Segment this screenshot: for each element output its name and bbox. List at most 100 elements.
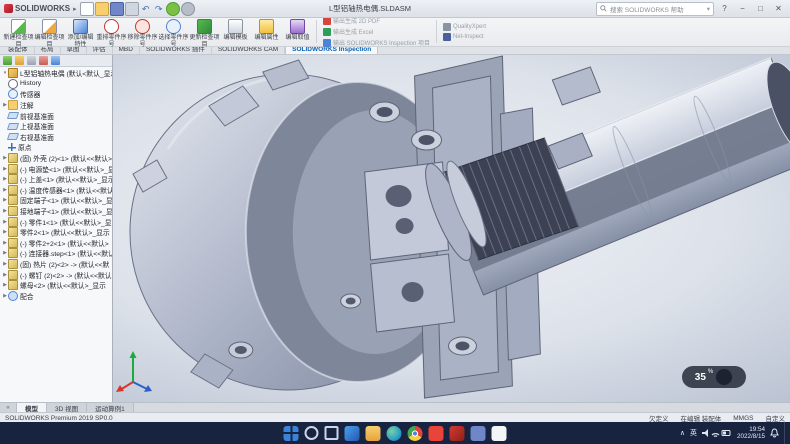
export-button-label: 输出生成 Excel [333,27,373,36]
ribbon-button[interactable]: 编辑取值 [282,18,313,45]
graphics-area[interactable]: 35 % [113,54,790,402]
assembly-icon [8,68,18,78]
tree-item[interactable]: ▶ (-) 零件1<1> (默认<<默认>_显示 [2,216,112,227]
tree-item[interactable]: ▶ (-) 零件2+2<1> (默认<<默认> [2,238,112,249]
service-button[interactable]: QualityXpert [443,23,486,31]
quick-access-icon[interactable] [181,2,195,16]
tree-item-icon [8,185,18,195]
tree-item[interactable]: ▶ (-) 上盖<1> (默认<<默认>_显示状 [2,174,112,185]
panel-tab-icon[interactable] [15,56,24,65]
export-button[interactable]: 输出 SOLIDWORKS Inspection 项目 [323,38,430,47]
panel-tab-icon[interactable] [51,56,60,65]
taskbar-icon[interactable] [284,426,299,441]
tree-item[interactable]: ▶ (固) 热片 (2)<2> -> (默认<<默 [2,259,112,270]
ribbon-button[interactable]: 选择零件序号 [158,18,189,45]
tray-status-icons[interactable] [702,428,732,438]
taskbar-icon[interactable] [305,426,319,440]
clock[interactable]: 19:54 2022/8/15 [737,426,765,440]
tree-item[interactable]: 右视基准面 [2,132,112,143]
ribbon-button[interactable]: 重排零件序号 [96,18,127,45]
panel-tab-icon[interactable] [3,56,12,65]
tree-item-icon [8,100,18,110]
tree-item[interactable]: 前视基准面 [2,110,112,121]
taskbar-icon[interactable] [408,426,423,441]
ribbon-button-label: 选择零件序号 [158,35,189,48]
panel-tab-icon[interactable] [39,56,48,65]
tree-root-item[interactable]: ▾ L型铝轴热电偶 (默认<默认_显示状态-1>) [2,68,112,79]
tree-item[interactable]: 上视基准面 [2,121,112,132]
tree-item[interactable]: ▶ (-) 螺钉 (2)<2> -> (默认<<默认> [2,269,112,280]
quick-access-icon[interactable] [140,3,152,15]
percent-sign: % [708,369,713,375]
menu-expand-arrow[interactable]: ▸ [73,5,77,13]
maximize-button[interactable]: □ [753,2,768,15]
tree-item-icon [8,259,18,269]
quick-access-icon[interactable] [110,2,124,16]
quick-access-icon[interactable] [166,2,180,16]
tree-item-label: 注解 [20,100,34,110]
service-button-icon [443,33,451,41]
minimize-button[interactable]: − [735,2,750,15]
search-caret-icon[interactable]: ▾ [707,5,710,13]
ribbon-button[interactable]: 编辑属性 [251,18,282,45]
quick-access-icon[interactable] [80,2,94,16]
ribbon-button[interactable]: 新建检查项目 [3,18,34,45]
tree-item[interactable]: ▶ (固) 外壳 (2)<1> (默认<<默认>_显示状 [2,153,112,164]
panel-tab-icon[interactable] [27,56,36,65]
tree-item-label: 配合 [20,291,34,301]
tree-item-label: 零件2<1> (默认<<默认>_显示 [20,227,110,237]
orientation-triad[interactable] [115,348,157,396]
help-button[interactable]: ? [717,2,732,15]
ribbon-button[interactable]: 添加/编辑特性 [65,18,96,45]
help-search-input[interactable]: 搜索 SOLIDWORKS 帮助 ▾ [596,2,714,16]
quick-access-icon[interactable] [153,3,165,15]
service-button[interactable]: Net-Inspect [443,33,486,41]
quick-access-icon[interactable] [125,2,139,16]
tree-item[interactable]: 传感器 [2,89,112,100]
ribbon-button[interactable]: 编辑检查项目 [34,18,65,45]
taskbar-icon[interactable] [450,426,465,441]
tree-item[interactable]: ▶ 固定端子<1> (默认<<默认>_显示 [2,195,112,206]
tree-item-label: (-) 温度传感器<1> (默认<<默认> [20,185,112,195]
close-button[interactable]: ✕ [771,2,786,15]
tree-item[interactable]: ▶ (-) 连接器.step<1> (默认<<默认 [2,248,112,259]
tree-item[interactable]: ▶ (-) 电源垫<1> (默认<<默认>_显示 [2,163,112,174]
taskbar-icon[interactable] [325,426,339,440]
ribbon-button[interactable]: 更新检查项目 [189,18,220,45]
tree-item-label: 原点 [18,142,32,152]
quick-access-icon[interactable] [95,2,109,16]
taskbar-icon[interactable] [429,426,444,441]
ribbon-button-icon [104,19,119,34]
ribbon-button[interactable]: 编辑模板 [220,18,251,45]
tree-item[interactable]: ▶ 注解 [2,100,112,111]
taskbar-icon[interactable] [345,426,360,441]
ribbon-button[interactable]: 移除零件序号 [127,18,158,45]
export-button[interactable]: 输出生成 Excel [323,27,430,36]
tree-item[interactable]: 原点 [2,142,112,153]
tree-item-icon [8,79,18,89]
tree-item[interactable]: ▶ 接地端子<1> (默认<<默认>_显 [2,206,112,217]
ribbon-button-icon [135,19,150,34]
taskbar-icon[interactable] [471,426,486,441]
tree-item[interactable]: ▶ 螺母<2> (默认<<默认>_显示 [2,280,112,291]
ribbon-button-icon [259,19,274,34]
tree-item[interactable]: ▶ (-) 温度传感器<1> (默认<<默认> [2,185,112,196]
tree-item-icon [8,291,18,301]
show-desktop-button[interactable] [784,422,787,444]
taskbar-icon[interactable] [366,426,381,441]
notification-bell-icon[interactable] [770,428,779,438]
tray-expand-icon[interactable]: ∧ [680,429,685,437]
app-version-text: SOLIDWORKS Premium 2019 SP0.0 [5,415,113,422]
inspection-button-group: 新建检查项目 编辑检查项目 添加/编辑特性 重排零件序号 移除零件序号 [3,18,313,45]
battery-overlay[interactable]: 35 % [682,366,746,388]
taskbar-icon[interactable] [387,426,402,441]
input-language-indicator[interactable]: 英 [690,428,697,438]
tree-item-label: 固定端子<1> (默认<<默认>_显示 [20,195,112,205]
tree-item[interactable]: ▶ 配合 [2,290,112,301]
3d-model[interactable] [113,54,790,402]
tree-item-icon [8,217,18,227]
tree-item-label: 螺母<2> (默认<<默认>_显示 [20,280,106,290]
tree-item[interactable]: History [2,79,112,90]
tree-item[interactable]: ▶ 零件2<1> (默认<<默认>_显示 [2,227,112,238]
taskbar-icon[interactable] [492,426,507,441]
